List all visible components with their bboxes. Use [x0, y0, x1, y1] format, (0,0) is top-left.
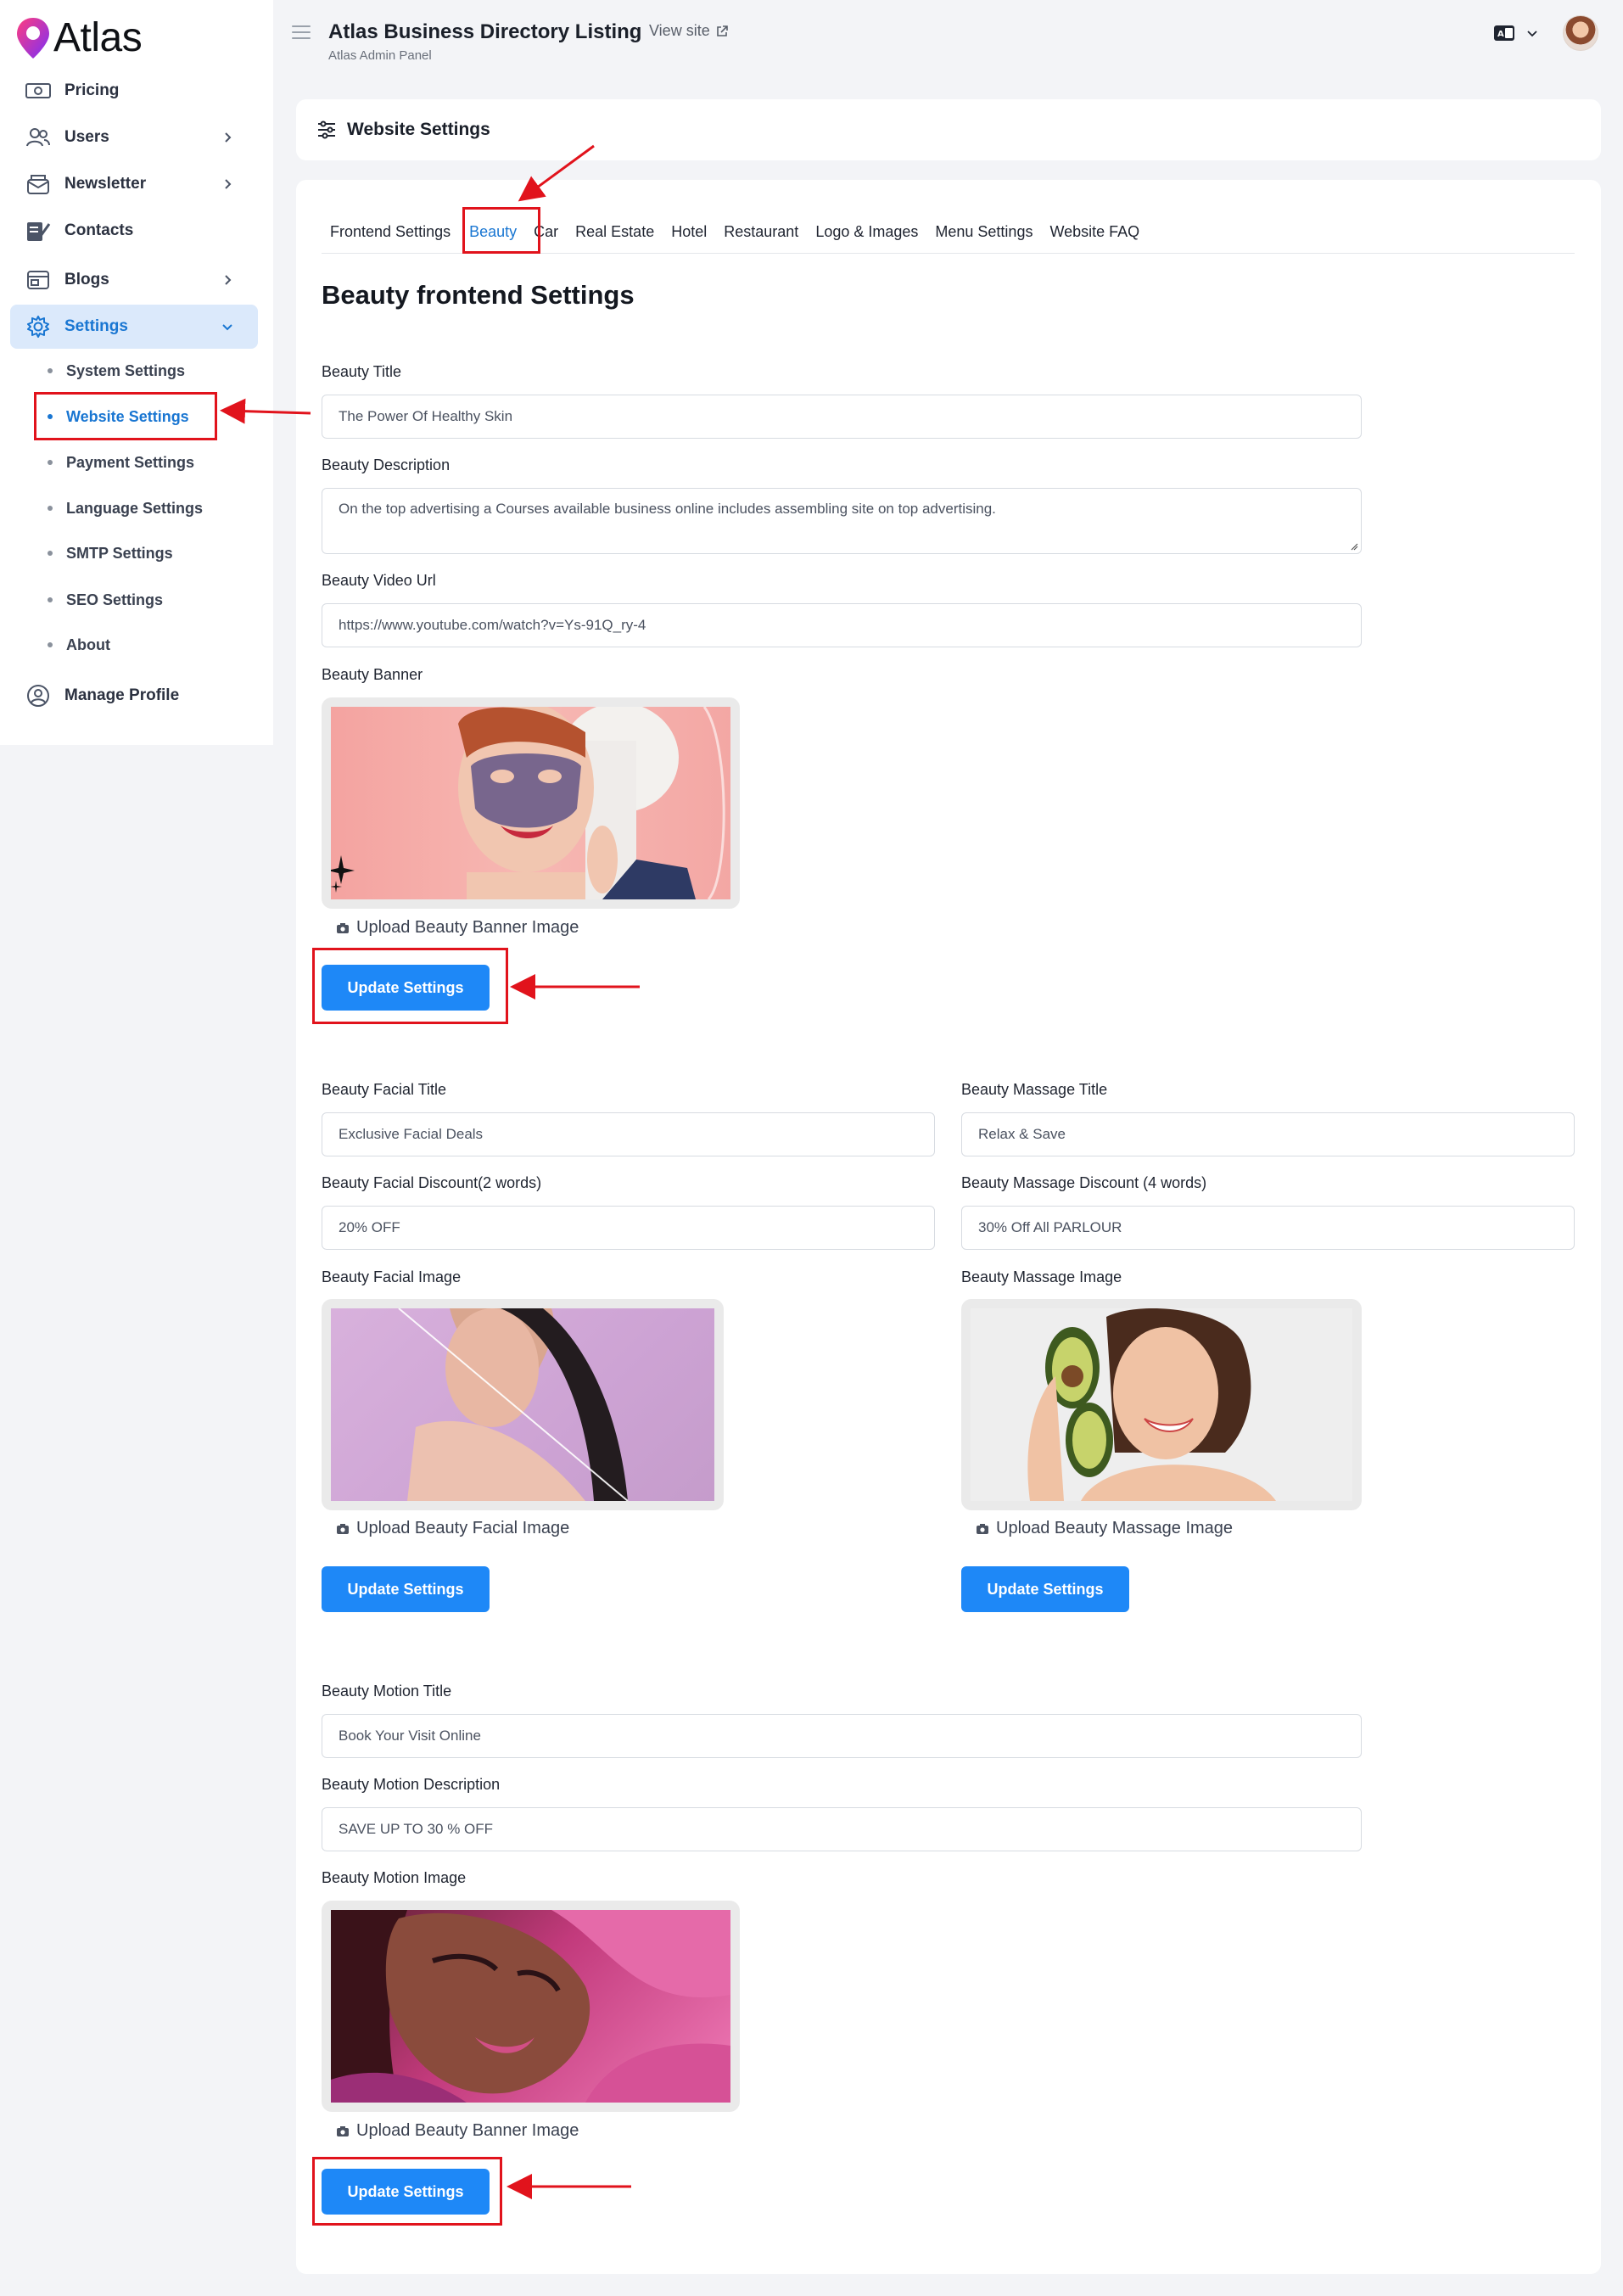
arrow-to-beauty-tab — [518, 144, 595, 202]
annotation-arrows — [220, 144, 640, 2199]
arrow-to-website-settings — [220, 398, 311, 424]
